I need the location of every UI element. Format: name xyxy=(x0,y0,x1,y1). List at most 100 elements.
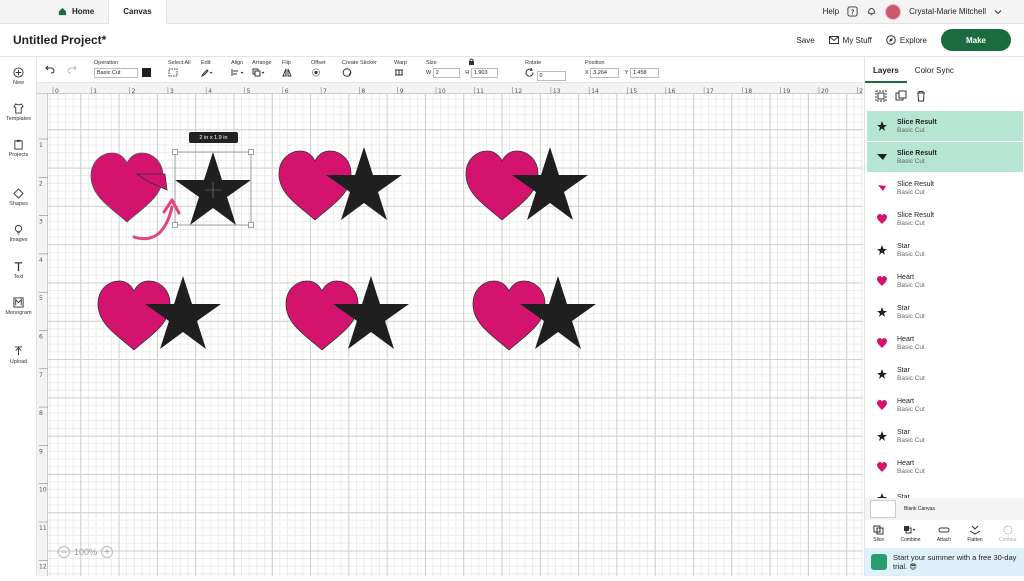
edit-group[interactable]: Edit xyxy=(200,60,213,79)
contour-label: Contour xyxy=(998,537,1017,543)
selection-handle[interactable] xyxy=(248,149,254,155)
combine-button[interactable]: Combine xyxy=(900,525,921,543)
trash-icon[interactable] xyxy=(915,90,927,102)
selection-handle[interactable] xyxy=(172,149,178,155)
create-sticker-label: Create Sticker xyxy=(342,60,377,66)
flip-group[interactable]: Flip xyxy=(282,60,296,79)
save-button[interactable]: Save xyxy=(796,36,814,45)
clipboard-icon xyxy=(14,139,23,150)
star-icon xyxy=(867,306,897,318)
layer-row[interactable]: Slice Result Basic Cut xyxy=(867,173,1023,203)
help-link[interactable]: Help xyxy=(823,7,839,16)
heart-icon xyxy=(867,337,897,349)
heart-icon xyxy=(867,461,897,473)
layer-row[interactable]: Heart Basic Cut xyxy=(867,266,1023,296)
make-button[interactable]: Make xyxy=(941,29,1011,51)
redo-button[interactable] xyxy=(67,65,77,76)
zoom-level: 100% xyxy=(74,547,98,557)
group-icon[interactable] xyxy=(875,90,887,102)
zoom-in-button[interactable]: + xyxy=(101,546,114,558)
tab-home[interactable]: Home xyxy=(44,0,108,24)
slice-button[interactable]: Slice xyxy=(873,525,884,543)
layer-row[interactable]: Slice Result Basic Cut xyxy=(867,142,1023,172)
width-field[interactable]: 2 xyxy=(432,68,460,78)
bell-icon[interactable] xyxy=(866,6,877,17)
zoom-out-button[interactable]: − xyxy=(58,546,70,558)
layer-operation: Basic Cut xyxy=(897,126,925,134)
sidebar-item-upload[interactable]: Upload xyxy=(0,346,37,365)
sidebar-item-monogram[interactable]: Monogram xyxy=(0,297,37,316)
project-title[interactable]: Untitled Project* xyxy=(13,33,106,47)
explore-button[interactable]: Explore xyxy=(886,35,927,45)
avatar[interactable] xyxy=(885,3,902,20)
color-swatch[interactable] xyxy=(141,68,151,78)
tab-color-sync[interactable]: Color Sync xyxy=(907,57,962,83)
heart-star-pair[interactable] xyxy=(472,276,596,351)
selected-star[interactable] xyxy=(175,152,251,225)
offset-group[interactable]: Offset xyxy=(311,60,326,79)
heart-star-pair[interactable] xyxy=(97,276,221,351)
layer-row[interactable]: Star Basic Cut xyxy=(867,297,1023,327)
rotate-field[interactable]: 0 xyxy=(536,71,566,81)
attach-button[interactable]: Attach xyxy=(937,525,951,543)
layer-name: Slice Result xyxy=(897,180,934,188)
flatten-button[interactable]: Flatten xyxy=(967,525,983,543)
layer-row[interactable]: Heart Basic Cut xyxy=(867,328,1023,358)
sidebar-item-projects[interactable]: Projects xyxy=(0,139,37,158)
user-name[interactable]: Crystal-Marie Mitchell xyxy=(909,7,986,16)
x-field[interactable]: 3.264 xyxy=(590,68,620,78)
explore-label: Explore xyxy=(899,35,927,45)
help-icon[interactable]: ? xyxy=(847,6,858,17)
operation-group: Operation Basic Cut xyxy=(94,60,151,78)
selection-handle[interactable] xyxy=(248,222,254,228)
arrange-icon xyxy=(252,68,265,77)
undo-button[interactable] xyxy=(45,65,55,76)
vertical-ruler-ticks: 123456789101112 xyxy=(39,138,48,570)
layer-name: Slice Result xyxy=(897,149,937,157)
promo-banner[interactable]: Start your summer with a free 30-day tri… xyxy=(865,548,1024,576)
sidebar-item-templates[interactable]: Templates xyxy=(0,103,37,122)
chevron-down-icon[interactable] xyxy=(994,8,1002,16)
blank-canvas-row[interactable]: Blank Canvas xyxy=(865,498,1024,520)
my-stuff-button[interactable]: My Stuff xyxy=(828,36,872,45)
y-field[interactable]: 1.458 xyxy=(629,68,659,78)
sidebar-item-text[interactable]: Text xyxy=(0,261,37,280)
heart-star-pair[interactable] xyxy=(285,276,409,351)
arrange-group[interactable]: Arrange xyxy=(252,60,272,79)
layer-row[interactable]: Star Basic Cut xyxy=(867,359,1023,389)
duplicate-icon[interactable] xyxy=(895,90,907,102)
select-all-group[interactable]: Select All xyxy=(168,60,191,79)
tab-layers[interactable]: Layers xyxy=(865,57,907,83)
design-canvas[interactable] xyxy=(48,94,863,576)
layer-row[interactable]: Star Basic Cut xyxy=(867,421,1023,451)
layer-row[interactable]: Slice Result Basic Cut xyxy=(867,111,1023,141)
ruler-label: 1 xyxy=(39,142,43,149)
lock-icon[interactable] xyxy=(468,58,475,67)
layer-operation: Basic Cut xyxy=(897,157,925,165)
tab-canvas-label: Canvas xyxy=(123,7,152,16)
layer-row[interactable]: Slice Result Basic Cut xyxy=(867,204,1023,234)
layer-row[interactable]: Heart Basic Cut xyxy=(867,452,1023,482)
layer-row[interactable]: Heart Basic Cut xyxy=(867,390,1023,420)
layer-operation: Basic Cut xyxy=(897,219,925,227)
contour-button[interactable]: Contour xyxy=(999,525,1017,543)
svg-text:?: ? xyxy=(851,7,855,16)
align-group[interactable]: Align xyxy=(231,60,245,79)
sliced-heart[interactable] xyxy=(90,152,168,223)
layer-operation: Basic Cut xyxy=(897,405,925,413)
sidebar-item-images[interactable]: Images xyxy=(0,224,37,243)
warp-group[interactable]: Warp xyxy=(394,60,408,79)
height-field[interactable]: 1.903 xyxy=(470,68,498,78)
sidebar-item-new[interactable]: New xyxy=(0,67,37,86)
sidebar-item-shapes[interactable]: Shapes xyxy=(0,188,37,207)
operation-select[interactable]: Basic Cut xyxy=(94,68,138,78)
layer-operation: Basic Cut xyxy=(897,467,925,475)
heart-star-pair[interactable] xyxy=(465,147,588,221)
zoom-control: − 100% + xyxy=(58,546,114,558)
heart-star-pair[interactable] xyxy=(278,147,402,221)
create-sticker-group[interactable]: Create Sticker xyxy=(342,60,377,79)
tab-canvas[interactable]: Canvas xyxy=(108,0,167,24)
selection-handle[interactable] xyxy=(172,222,178,228)
position-label: Position xyxy=(585,60,605,66)
layer-row[interactable]: Star Basic Cut xyxy=(867,235,1023,265)
